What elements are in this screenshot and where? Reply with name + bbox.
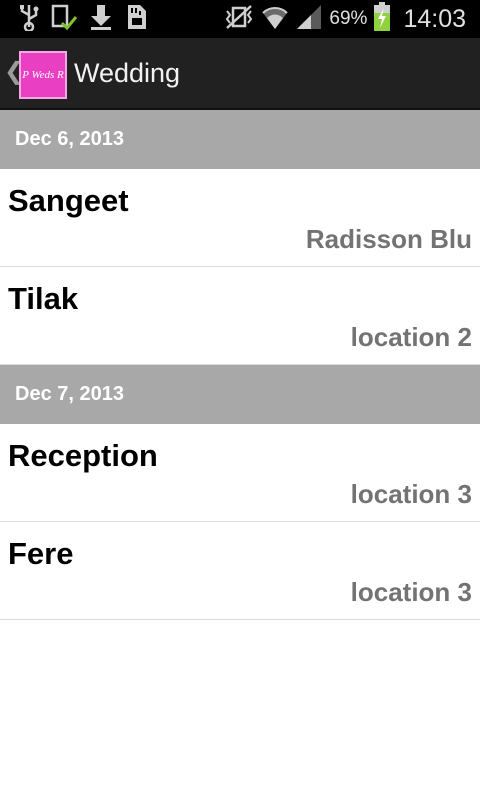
status-bar: 69% 14:03	[0, 0, 480, 38]
sd-card-icon	[124, 3, 148, 36]
event-name: Sangeet	[8, 183, 129, 218]
battery-percent: 69%	[329, 8, 368, 29]
event-location: Radisson Blu	[305, 224, 472, 254]
app-logo[interactable]: P Weds R	[19, 51, 67, 99]
app-title: Wedding	[74, 58, 181, 88]
signal-icon	[295, 3, 323, 36]
event-item-reception[interactable]: Reception location 3	[0, 424, 480, 522]
system-status: 69% 14:03	[223, 0, 466, 38]
event-name: Reception	[8, 438, 158, 473]
app-logo-text: P Weds R	[22, 69, 64, 81]
event-location: location 2	[350, 322, 472, 352]
sync-done-icon	[50, 3, 78, 36]
event-item-sangeet[interactable]: Sangeet Radisson Blu	[0, 169, 480, 267]
event-item-fere[interactable]: Fere location 3	[0, 522, 480, 620]
clock: 14:03	[403, 4, 466, 33]
vibrate-mute-icon	[223, 3, 255, 36]
action-bar: ❮ P Weds R Wedding	[0, 38, 480, 110]
event-location: location 3	[350, 479, 472, 509]
notification-icons	[18, 4, 148, 34]
download-icon	[88, 3, 114, 36]
usb-icon	[18, 3, 40, 36]
event-name: Fere	[8, 536, 74, 571]
event-name: Tilak	[8, 281, 79, 316]
event-list: Dec 6, 2013 Sangeet Radisson Blu Tilak l…	[0, 110, 480, 620]
date-section-header: Dec 6, 2013	[0, 110, 480, 169]
wifi-icon	[261, 3, 289, 36]
date-section-header: Dec 7, 2013	[0, 365, 480, 424]
battery-charging-icon	[373, 1, 391, 37]
event-item-tilak[interactable]: Tilak location 2	[0, 267, 480, 365]
event-location: location 3	[350, 577, 472, 607]
